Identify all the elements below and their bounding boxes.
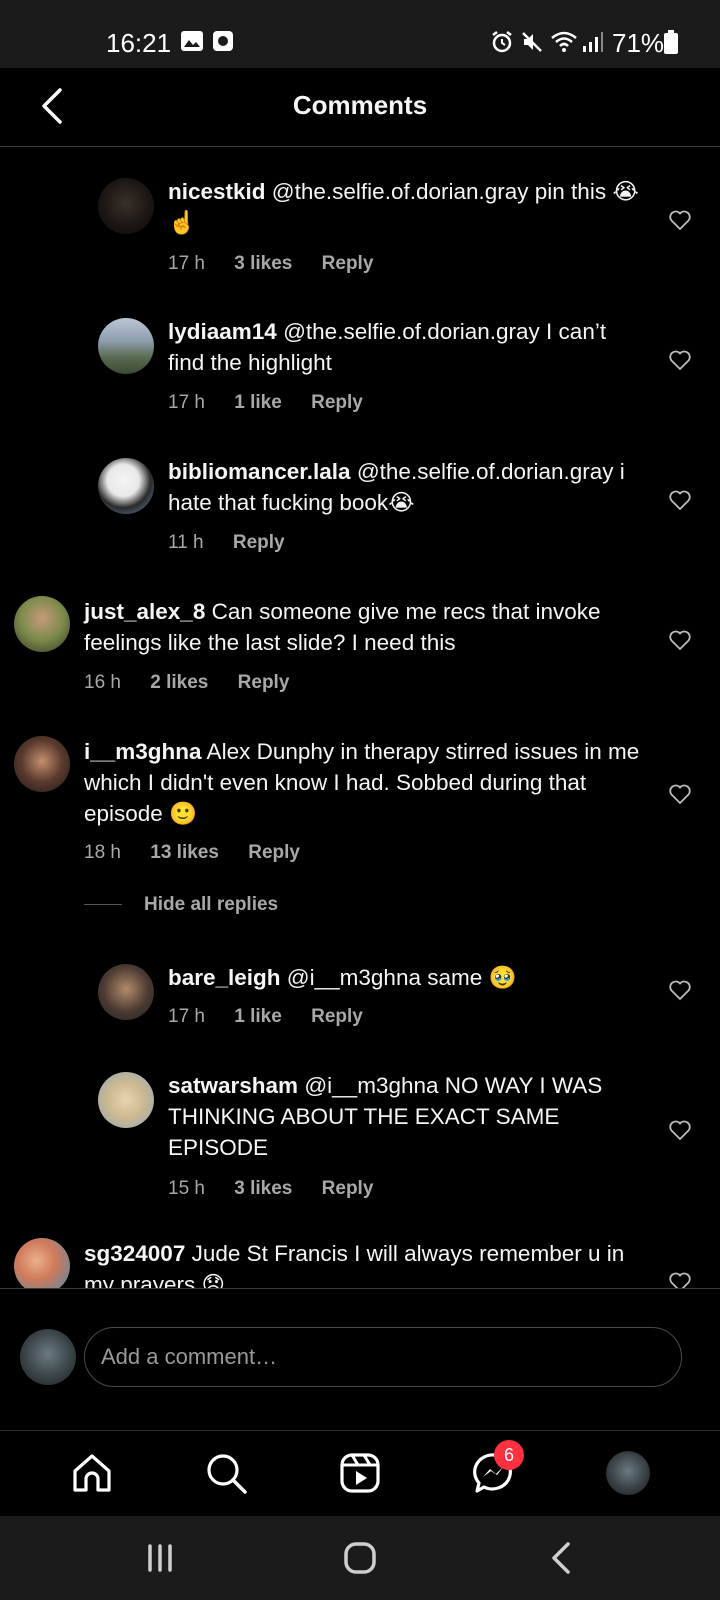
- alarm-icon: [492, 31, 512, 53]
- profile-avatar[interactable]: [606, 1451, 650, 1495]
- comment-time: 17 h: [168, 392, 205, 413]
- avatar[interactable]: [14, 736, 70, 792]
- comment-username[interactable]: bare_leigh: [168, 965, 281, 990]
- likes-count[interactable]: 13 likes: [150, 842, 219, 863]
- reels-icon[interactable]: [338, 1451, 382, 1495]
- status-time: 16:21: [106, 28, 172, 58]
- comments-header: Comments: [0, 68, 720, 147]
- reply-button[interactable]: Reply: [233, 532, 285, 553]
- comment-username[interactable]: nicestkid: [168, 179, 266, 204]
- comment-username[interactable]: i__m3ghna: [84, 739, 202, 764]
- comment-username[interactable]: sg324007: [84, 1241, 185, 1266]
- likes-count[interactable]: 2 likes: [150, 672, 208, 693]
- comment-time: 16 h: [84, 672, 121, 693]
- home-button[interactable]: [340, 1538, 380, 1578]
- avatar[interactable]: [14, 1238, 70, 1288]
- add-comment-input[interactable]: [84, 1327, 682, 1387]
- hide-replies-label: Hide all replies: [144, 894, 279, 915]
- divider-line: [84, 904, 122, 906]
- battery-icon: [664, 30, 678, 54]
- heart-icon[interactable]: [668, 978, 692, 1002]
- comment-time: 18 h: [84, 842, 121, 863]
- gallery-icon: [181, 31, 203, 51]
- avatar[interactable]: [98, 178, 154, 234]
- hide-replies-button[interactable]: Hide all replies: [84, 894, 278, 916]
- add-comment-bar: [0, 1288, 720, 1431]
- reply-button[interactable]: Reply: [248, 842, 300, 863]
- wifi-icon: [551, 31, 577, 52]
- comments-list[interactable]: nicestkid @the.selfie.of.dorian.gray pin…: [0, 146, 720, 1288]
- reply-button[interactable]: Reply: [322, 253, 374, 274]
- signal-icon: [583, 32, 603, 52]
- avatar[interactable]: [14, 596, 70, 652]
- system-nav-bar: [0, 1516, 720, 1600]
- likes-count[interactable]: 3 likes: [234, 253, 292, 274]
- recent-apps-button[interactable]: [140, 1538, 180, 1578]
- comment-username[interactable]: satwarsham: [168, 1073, 298, 1098]
- comment-time: 15 h: [168, 1178, 205, 1199]
- reply-button[interactable]: Reply: [322, 1178, 374, 1199]
- heart-icon[interactable]: [668, 488, 692, 512]
- avatar[interactable]: [98, 458, 154, 514]
- my-avatar[interactable]: [20, 1329, 76, 1385]
- heart-icon[interactable]: [668, 782, 692, 806]
- messages-badge: 6: [494, 1440, 524, 1470]
- home-icon[interactable]: [70, 1451, 114, 1495]
- battery-percentage: 71%: [612, 28, 665, 58]
- comment-time: 17 h: [168, 1006, 205, 1027]
- back-button[interactable]: [542, 1538, 582, 1578]
- reply-button[interactable]: Reply: [238, 672, 290, 693]
- search-icon[interactable]: [204, 1451, 248, 1495]
- likes-count[interactable]: 1 like: [234, 392, 282, 413]
- reply-button[interactable]: Reply: [311, 1006, 363, 1027]
- comment-time: 17 h: [168, 253, 205, 274]
- comment-username[interactable]: bibliomancer.lala: [168, 459, 351, 484]
- status-bar: 16:21 71%: [0, 0, 720, 68]
- page-title: Comments: [292, 90, 428, 120]
- heart-icon[interactable]: [668, 1270, 692, 1288]
- avatar[interactable]: [98, 1072, 154, 1128]
- screenshot-icon: [213, 31, 233, 51]
- heart-icon[interactable]: [668, 348, 692, 372]
- avatar[interactable]: [98, 318, 154, 374]
- bottom-nav: [0, 1430, 720, 1517]
- likes-count[interactable]: 1 like: [234, 1006, 282, 1027]
- likes-count[interactable]: 3 likes: [234, 1178, 292, 1199]
- comment-text: @i__m3ghna same 🥹: [280, 965, 517, 990]
- avatar[interactable]: [98, 964, 154, 1020]
- comment-username[interactable]: lydiaam14: [168, 319, 277, 344]
- comment-username[interactable]: just_alex_8: [84, 599, 205, 624]
- heart-icon[interactable]: [668, 1118, 692, 1142]
- heart-icon[interactable]: [668, 208, 692, 232]
- comment-time: 11 h: [168, 532, 204, 553]
- heart-icon[interactable]: [668, 628, 692, 652]
- mute-icon: [522, 32, 542, 52]
- reply-button[interactable]: Reply: [311, 392, 363, 413]
